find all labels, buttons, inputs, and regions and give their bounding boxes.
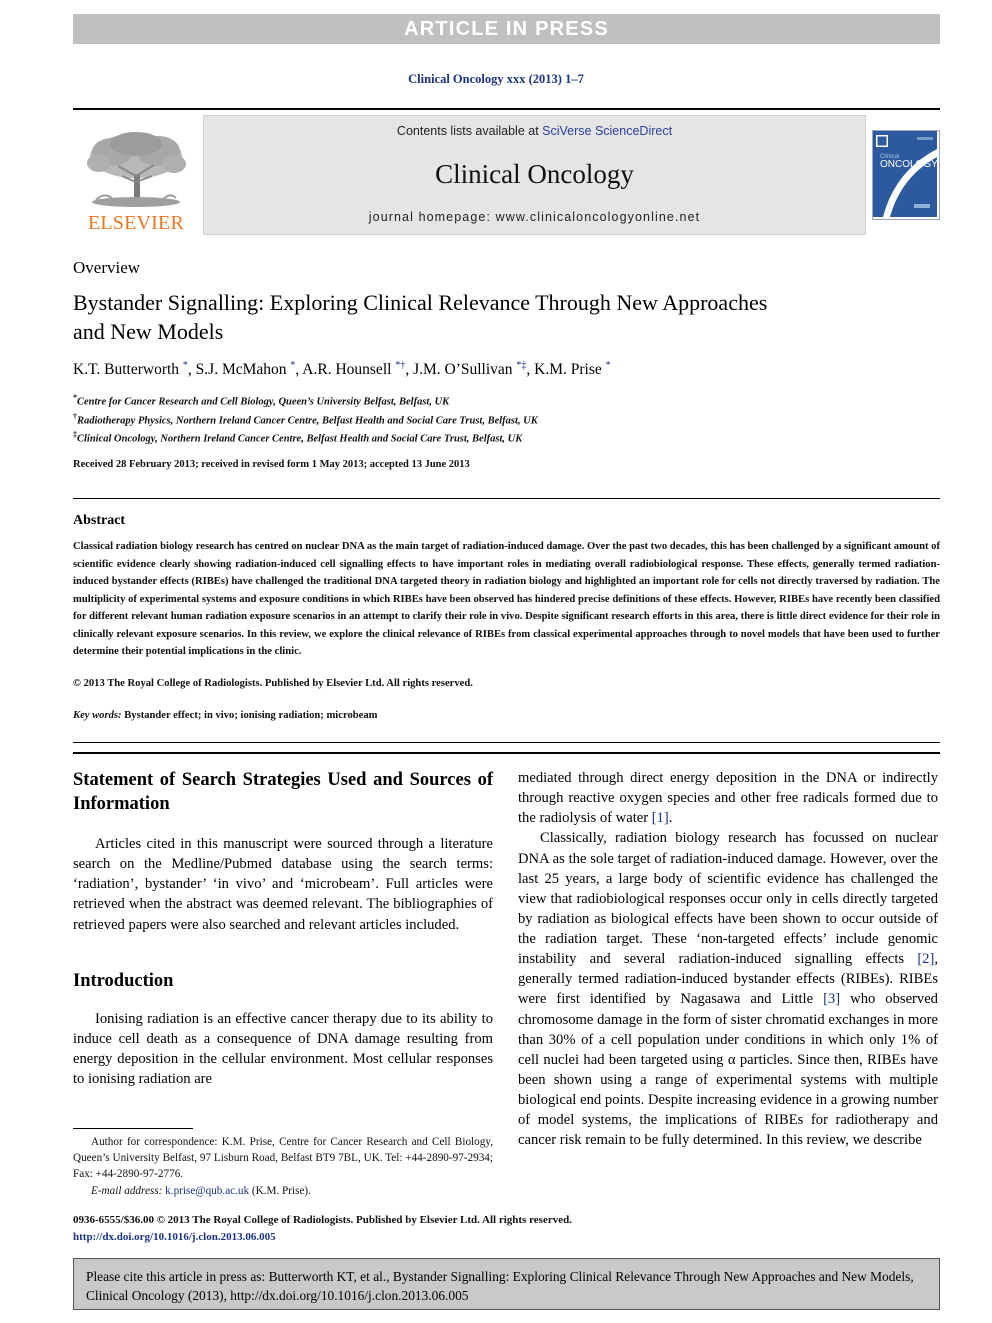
email-label: E-mail address: (91, 1184, 163, 1197)
reference-link-3[interactable]: [3] (823, 991, 840, 1007)
sciencedirect-link[interactable]: SciVerse ScienceDirect (542, 124, 672, 138)
email-line: E-mail address: k.prise@qub.ac.uk (K.M. … (73, 1183, 493, 1199)
email-link[interactable]: k.prise@qub.ac.uk (165, 1185, 249, 1197)
abstract-body: Classical radiation biology research has… (73, 541, 940, 658)
affiliation-list: *Centre for Cancer Research and Cell Bio… (73, 392, 933, 448)
section-heading-search-strategies: Statement of Search Strategies Used and … (73, 770, 493, 815)
journal-masthead: ELSEVIER Contents lists available at Sci… (73, 108, 940, 238)
paragraph-continued-tail: . (668, 810, 673, 827)
issn-copyright-block: 0936-6555/$36.00 © 2013 The Royal Colleg… (73, 1212, 940, 1245)
elsevier-tree-icon (87, 132, 186, 207)
article-type-kicker: Overview (73, 258, 141, 277)
abstract-bottom-rule (73, 742, 940, 743)
abstract-heading: Abstract (73, 513, 126, 528)
article-title: Bystander Signalling: Exploring Clinical… (73, 290, 768, 345)
paragraph-classically: Classically, radiation biology research … (518, 828, 938, 1150)
correspondence-text: Author for correspondence: K.M. Prise, C… (73, 1136, 493, 1181)
affiliation-item: ‡Clinical Oncology, Northern Ireland Can… (73, 429, 933, 448)
affiliation-item: *Centre for Cancer Research and Cell Bio… (73, 392, 933, 411)
contents-lists-prefix: Contents lists available at (396, 124, 543, 138)
article-in-press-label: ARTICLE IN PRESS (404, 17, 609, 40)
elsevier-wordmark: ELSEVIER (87, 212, 185, 234)
issn-copyright-line: 0936-6555/$36.00 © 2013 The Royal Colleg… (73, 1214, 572, 1226)
author-list: K.T. Butterworth *, S.J. McMahon *, A.R.… (73, 360, 611, 379)
affiliation-item: †Radiotherapy Physics, Northern Ireland … (73, 411, 933, 430)
journal-masthead-center: Contents lists available at SciVerse Sci… (203, 115, 866, 235)
email-suffix: (K.M. Prise). (249, 1184, 311, 1197)
running-head: Clinical Oncology xxx (2013) 1–7 (408, 72, 584, 86)
paragraph-search-strategies: Articles cited in this manuscript were s… (73, 836, 493, 933)
abstract-copyright: © 2013 The Royal College of Radiologists… (73, 678, 473, 689)
paragraph-introduction: Ionising radiation is an effective cance… (73, 1010, 493, 1088)
affiliation-text: Centre for Cancer Research and Cell Biol… (77, 396, 450, 408)
article-in-press-banner: ARTICLE IN PRESS (73, 14, 940, 44)
correspondence-footnote: Author for correspondence: K.M. Prise, C… (73, 1128, 493, 1199)
keywords-value: Bystander effect; in vivo; ionising radi… (121, 710, 378, 721)
abstract-top-rule (73, 498, 940, 499)
right-column: mediated through direct energy depositio… (518, 768, 938, 1150)
cite-this-article-text: Please cite this article in press as: Bu… (86, 1269, 914, 1304)
reference-link-1[interactable]: [1] (652, 810, 669, 826)
journal-title: Clinical Oncology (435, 158, 634, 189)
article-history: Received 28 February 2013; received in r… (73, 459, 470, 470)
paragraph-classically-c: who observed chromosome damage in the fo… (518, 991, 938, 1149)
doi-link[interactable]: http://dx.doi.org/10.1016/j.clon.2013.06… (73, 1231, 276, 1243)
cite-this-article-box: Please cite this article in press as: Bu… (73, 1258, 940, 1310)
journal-homepage-line[interactable]: journal homepage: www.clinicaloncologyon… (369, 210, 700, 224)
section-heading-introduction: Introduction (73, 970, 174, 991)
columns-top-rule (73, 752, 940, 754)
elsevier-logo: ELSEVIER (73, 115, 199, 235)
affiliation-text: Clinical Oncology, Northern Ireland Canc… (77, 433, 523, 445)
paragraph-classically-a: Classically, radiation biology research … (518, 830, 938, 968)
keywords-label: Key words: (73, 710, 122, 721)
paragraph-continued: mediated through direct energy depositio… (518, 768, 938, 828)
reference-link-2[interactable]: [2] (917, 951, 934, 967)
left-column: Statement of Search Strategies Used and … (73, 768, 493, 1089)
svg-text:ONCOLOGY: ONCOLOGY (880, 159, 937, 170)
journal-cover-thumbnail: Clinical ONCOLOGY (872, 130, 940, 220)
affiliation-text: Radiotherapy Physics, Northern Ireland C… (77, 415, 538, 426)
journal-cover-art: Clinical ONCOLOGY (873, 131, 938, 217)
contents-lists-line: Contents lists available at SciVerse Sci… (397, 124, 672, 138)
keywords-line: Key words: Bystander effect; in vivo; io… (73, 710, 940, 721)
paragraph-continued-text: mediated through direct energy depositio… (518, 770, 938, 827)
footnote-rule (73, 1128, 193, 1129)
